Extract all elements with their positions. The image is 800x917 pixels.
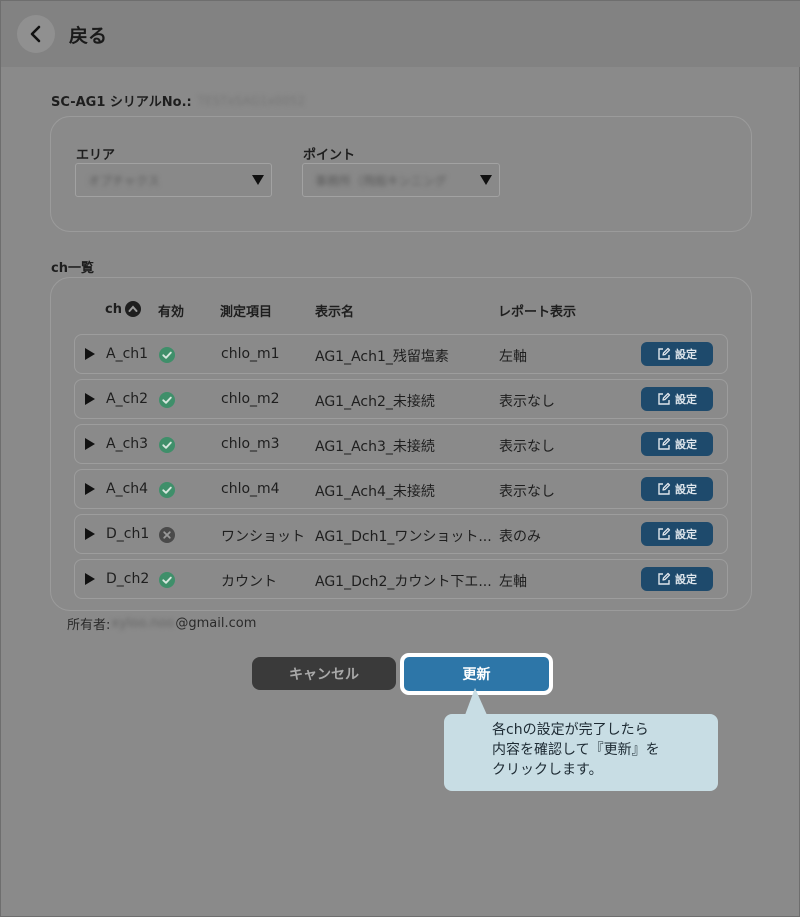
header-report: レポート表示: [498, 305, 577, 320]
ch-list-label: ch一覧: [51, 261, 94, 276]
ch-report: 表のみ: [499, 529, 541, 545]
edit-icon: [658, 572, 671, 585]
caret-down-icon: [480, 175, 492, 185]
ch-report: 表示なし: [499, 439, 555, 455]
caret-down-icon: [252, 175, 264, 185]
set-button-label: 設定: [675, 483, 697, 496]
ch-row[interactable]: D_ch2 カウント AG1_Dch2_カウント下エ... 左軸 設定: [74, 559, 728, 599]
owner-info: 所有者: xyloo.noo @gmail.com: [67, 614, 256, 633]
edit-icon: [658, 347, 671, 360]
sort-asc-icon[interactable]: [124, 301, 141, 317]
cancel-button[interactable]: キャンセル: [252, 657, 396, 690]
serial-value: TESTxSAG1x0052: [197, 93, 306, 108]
check-circle-icon: [159, 437, 175, 453]
owner-domain: @gmail.com: [175, 616, 257, 631]
tooltip-line-3: クリックします。: [492, 762, 603, 778]
ch-display-name: AG1_Dch1_ワンショット...: [315, 529, 492, 545]
set-button[interactable]: 設定: [641, 432, 713, 456]
back-button[interactable]: [17, 15, 55, 53]
set-button-label: 設定: [675, 348, 697, 361]
header-item: 測定項目: [220, 305, 273, 320]
x-circle-icon: [159, 527, 175, 543]
ch-item: chlo_m3: [221, 436, 280, 452]
ch-display-name: AG1_Ach1_残留塩素: [315, 349, 449, 365]
set-button[interactable]: 設定: [641, 387, 713, 411]
tooltip-line-1: 各chの設定が完了したら: [492, 722, 649, 738]
set-button[interactable]: 設定: [641, 477, 713, 501]
area-select-value: オプチャクス: [88, 173, 160, 188]
ch-display-name: AG1_Ach2_未接続: [315, 394, 435, 410]
set-button[interactable]: 設定: [641, 342, 713, 366]
ch-row[interactable]: D_ch1 ワンショット AG1_Dch1_ワンショット... 表のみ 設定: [74, 514, 728, 554]
ch-row[interactable]: A_ch4 chlo_m4 AG1_Ach4_未接続 表示なし 設定: [74, 469, 728, 509]
header-enabled: 有効: [158, 305, 185, 320]
point-select[interactable]: 事務所（飛船キンニング: [302, 163, 500, 197]
top-bar: 戻る: [1, 1, 800, 67]
ch-name: D_ch1: [106, 526, 150, 542]
edit-icon: [658, 527, 671, 540]
header-display-name: 表示名: [315, 305, 355, 320]
check-circle-icon: [159, 482, 175, 498]
ch-item: chlo_m2: [221, 391, 280, 407]
back-label[interactable]: 戻る: [69, 21, 107, 48]
set-button-label: 設定: [675, 393, 697, 406]
ch-item: カウント: [221, 574, 277, 590]
ch-item: chlo_m4: [221, 481, 280, 497]
serial-label: SC-AG1 シリアルNo.:: [51, 95, 192, 110]
check-circle-icon: [159, 347, 175, 363]
ch-name: A_ch3: [106, 436, 149, 452]
set-button[interactable]: 設定: [641, 522, 713, 546]
tooltip-pointer: [465, 688, 487, 715]
expand-icon[interactable]: [85, 573, 95, 585]
ch-row[interactable]: A_ch1 chlo_m1 AG1_Ach1_残留塩素 左軸 設定: [74, 334, 728, 374]
expand-icon[interactable]: [85, 483, 95, 495]
set-button-label: 設定: [675, 438, 697, 451]
edit-icon: [658, 437, 671, 450]
ch-name: A_ch1: [106, 346, 149, 362]
app-frame: 戻る SC-AG1 シリアルNo.: TESTxSAG1x0052 エリア オプ…: [0, 0, 800, 917]
ch-report: 左軸: [499, 349, 527, 365]
tooltip: 各chの設定が完了したら 内容を確認して『更新』を クリックします。: [444, 714, 718, 791]
ch-display-name: AG1_Dch2_カウント下エ...: [315, 574, 492, 590]
ch-item: chlo_m1: [221, 346, 280, 362]
tooltip-line-2: 内容を確認して『更新』を: [492, 742, 660, 758]
owner-user: xyloo.noo: [111, 616, 175, 631]
ch-report: 左軸: [499, 574, 527, 590]
ch-row[interactable]: A_ch2 chlo_m2 AG1_Ach2_未接続 表示なし 設定: [74, 379, 728, 419]
check-circle-icon: [159, 572, 175, 588]
ch-row[interactable]: A_ch3 chlo_m3 AG1_Ach3_未接続 表示なし 設定: [74, 424, 728, 464]
ch-report: 表示なし: [499, 394, 555, 410]
check-circle-icon: [159, 392, 175, 408]
expand-icon[interactable]: [85, 528, 95, 540]
ch-display-name: AG1_Ach4_未接続: [315, 484, 435, 500]
point-select-value: 事務所（飛船キンニング: [315, 173, 447, 188]
edit-icon: [658, 392, 671, 405]
header-ch-label: ch: [105, 301, 122, 317]
ch-name: A_ch4: [106, 481, 149, 497]
ch-name: D_ch2: [106, 571, 150, 587]
ch-display-name: AG1_Ach3_未接続: [315, 439, 435, 455]
area-select[interactable]: オプチャクス: [75, 163, 272, 197]
edit-icon: [658, 482, 671, 495]
expand-icon[interactable]: [85, 348, 95, 360]
ch-name: A_ch2: [106, 391, 149, 407]
ch-item: ワンショット: [221, 529, 305, 545]
ch-report: 表示なし: [499, 484, 555, 500]
set-button[interactable]: 設定: [641, 567, 713, 591]
owner-label: 所有者:: [67, 618, 111, 633]
chevron-left-icon: [30, 25, 41, 43]
area-label: エリア: [76, 148, 116, 163]
header-ch[interactable]: ch: [105, 301, 141, 317]
expand-icon[interactable]: [85, 438, 95, 450]
serial-number: SC-AG1 シリアルNo.: TESTxSAG1x0052: [51, 91, 306, 111]
set-button-label: 設定: [675, 573, 697, 586]
set-button-label: 設定: [675, 528, 697, 541]
point-label: ポイント: [303, 148, 356, 163]
expand-icon[interactable]: [85, 393, 95, 405]
